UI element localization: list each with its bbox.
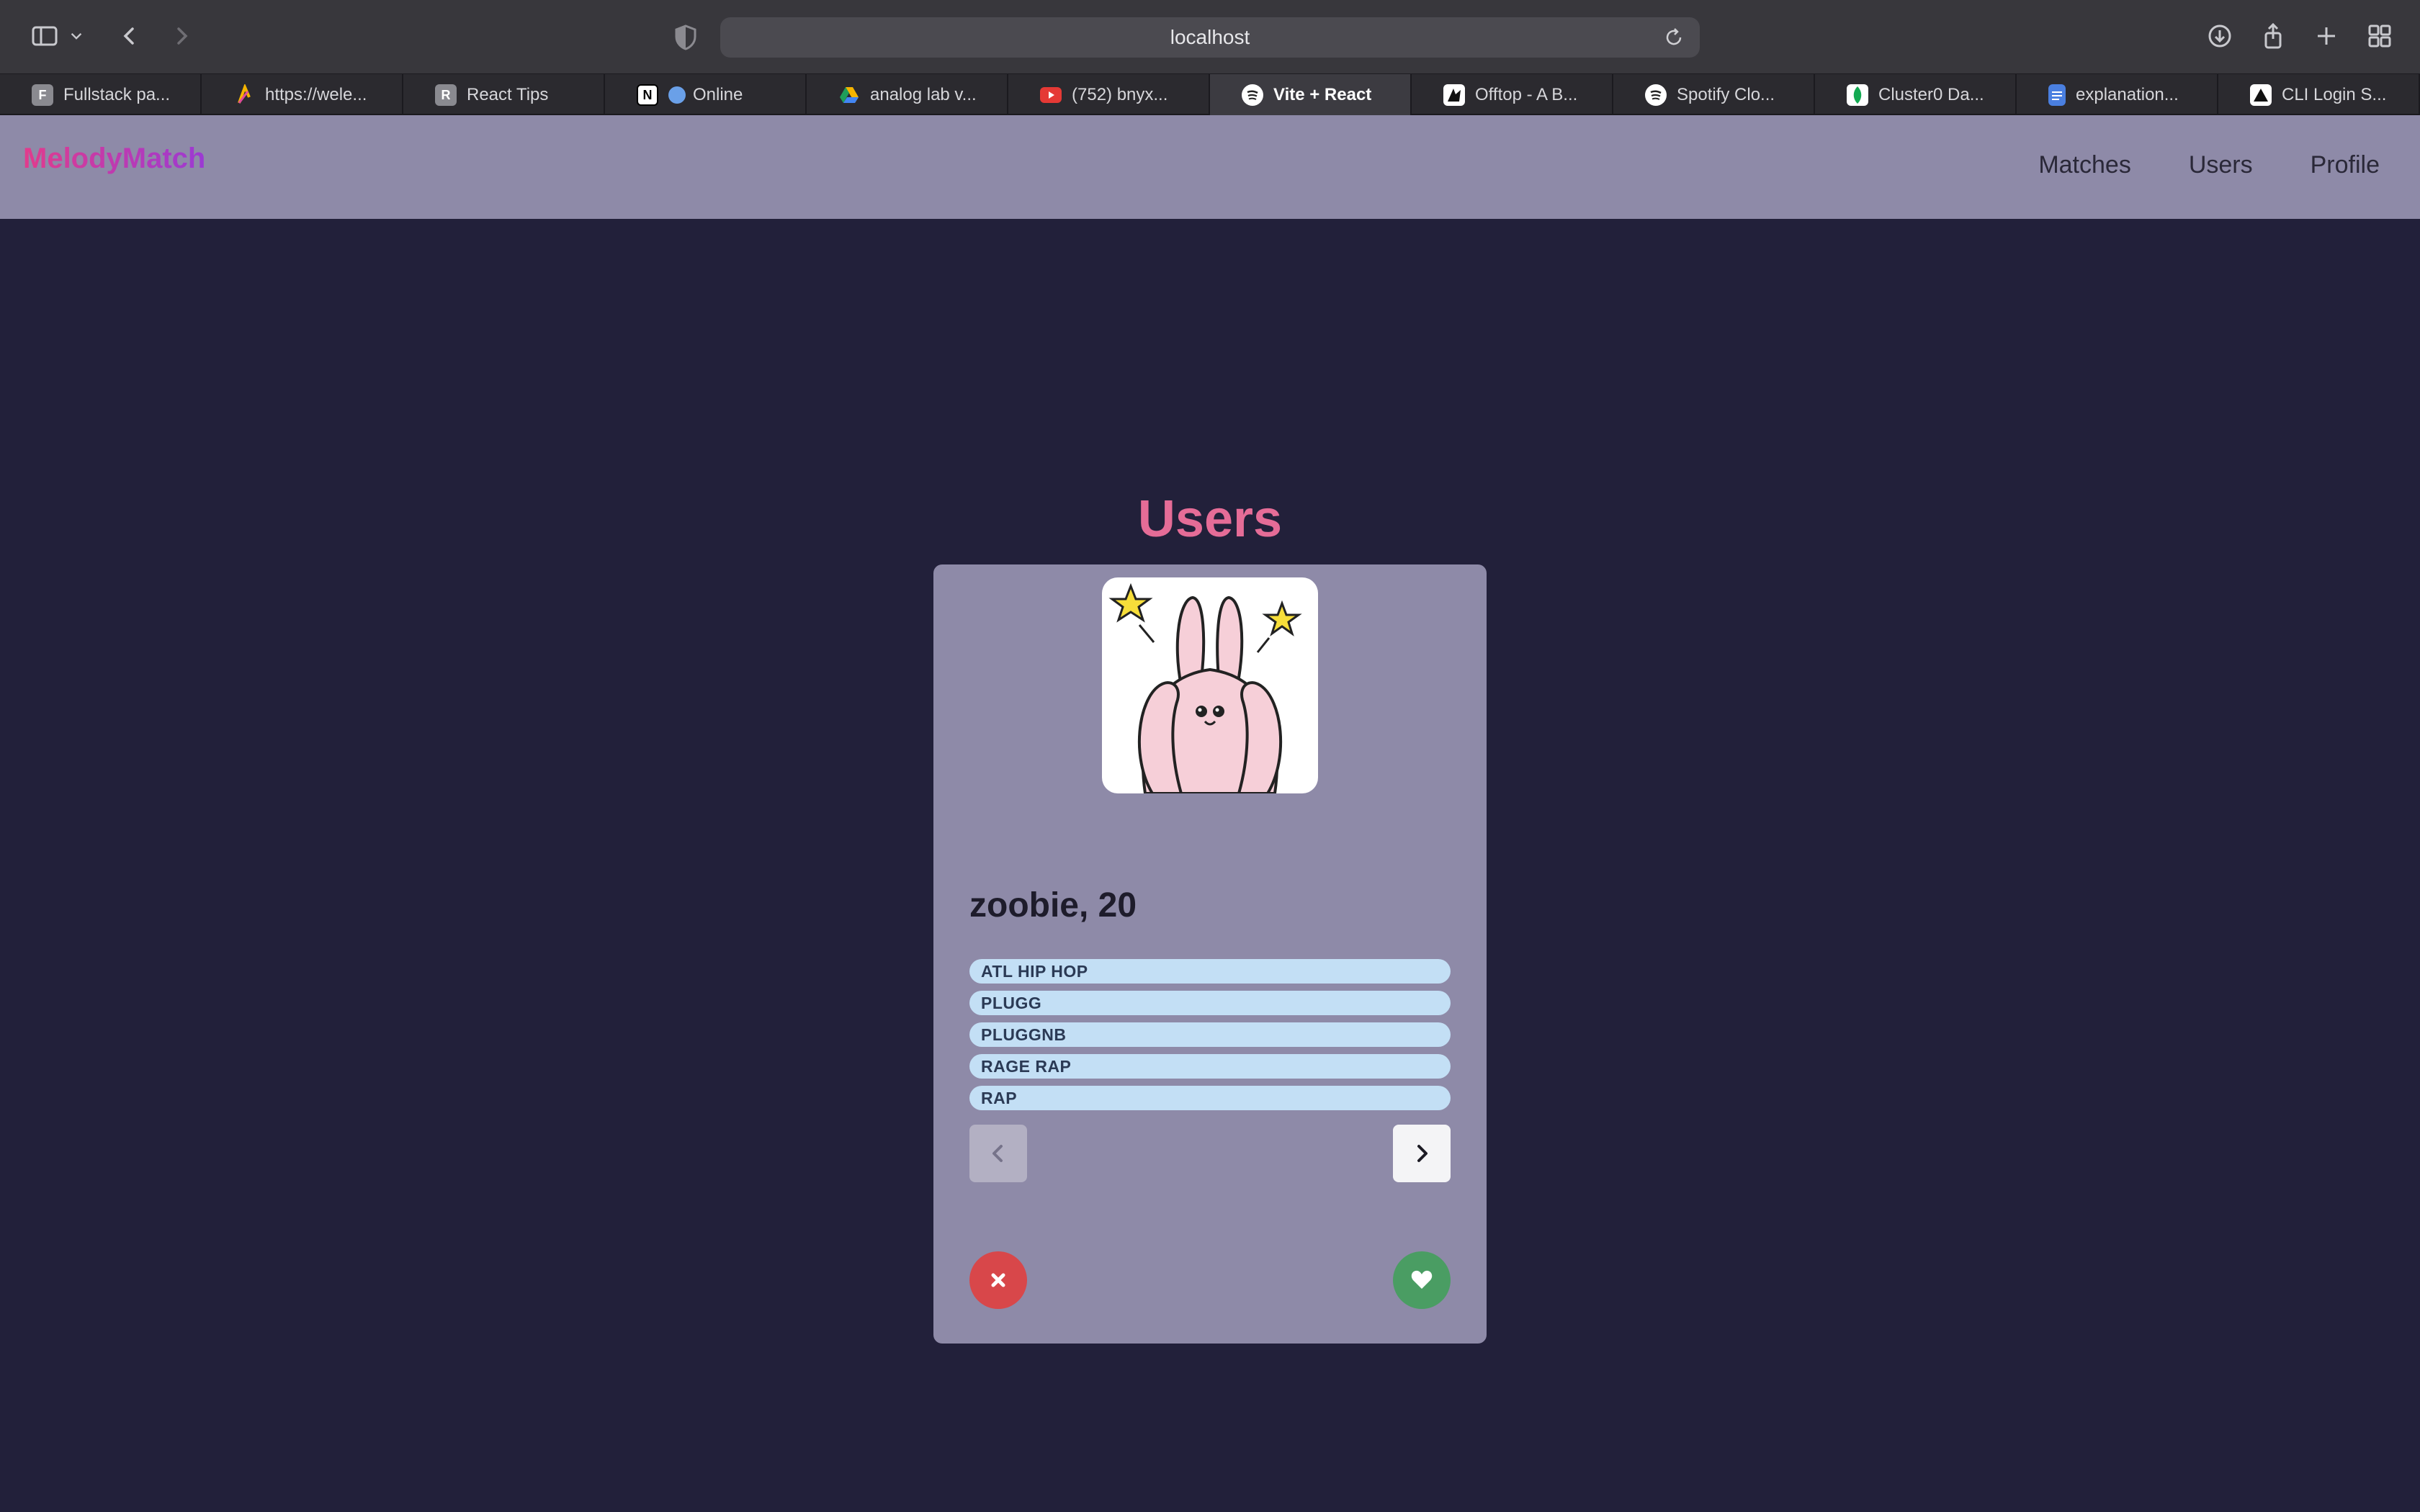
back-icon[interactable]	[112, 19, 147, 53]
notion-icon: N	[637, 84, 658, 106]
user-card: zoobie, 20 ATL HIP HOP PLUGG PLUGGNB RAG…	[933, 564, 1487, 1344]
youtube-icon	[1040, 87, 1062, 103]
forward-icon[interactable]	[164, 19, 199, 53]
tab-label: Fullstack pa...	[63, 85, 171, 104]
previous-user-button[interactable]	[969, 1125, 1027, 1182]
browser-tab[interactable]: explanation...	[2017, 74, 2218, 116]
tab-label: https://wele...	[265, 85, 367, 104]
user-avatar	[1102, 577, 1318, 793]
genre-chip: RAP	[969, 1086, 1451, 1110]
tab-label: explanation...	[2076, 85, 2179, 104]
spotify-icon	[1242, 84, 1263, 106]
privacy-shield-icon[interactable]	[674, 24, 697, 50]
share-icon[interactable]	[2256, 19, 2290, 53]
google-docs-icon	[2048, 84, 2066, 106]
downloads-icon[interactable]	[2202, 19, 2237, 53]
browser-tab[interactable]: N Online	[605, 74, 807, 116]
nav-links: Matches Users Profile	[2038, 151, 2380, 179]
browser-tab-active[interactable]: Vite + React	[1210, 74, 1412, 116]
user-name-age: zoobie, 20	[969, 886, 1137, 924]
close-icon	[991, 1273, 1005, 1287]
url-text: localhost	[1170, 26, 1250, 48]
tab-favicon-icon: F	[32, 84, 53, 106]
browser-tab[interactable]: (752) bnyx...	[1008, 74, 1210, 116]
browser-tab[interactable]: https://wele...	[202, 74, 403, 116]
tab-favicon-icon: R	[435, 84, 457, 106]
next-user-button[interactable]	[1393, 1125, 1451, 1182]
genre-chip: PLUGGNB	[969, 1022, 1451, 1047]
browser-tab[interactable]: Offtop - A B...	[1412, 74, 1613, 116]
bunny-avatar-image	[1108, 582, 1302, 793]
browser-tab[interactable]: Spotify Clo...	[1613, 74, 1815, 116]
heart-icon	[1411, 1270, 1433, 1289]
browser-tab[interactable]: CLI Login S...	[2218, 74, 2420, 116]
like-button[interactable]	[1393, 1251, 1451, 1309]
tab-label: Spotify Clo...	[1677, 85, 1775, 104]
page-title: Users	[1137, 490, 1283, 548]
tab-label: Offtop - A B...	[1475, 85, 1578, 104]
brand-logo[interactable]: MelodyMatch	[23, 143, 205, 175]
browser-tab[interactable]: analog lab v...	[807, 74, 1008, 116]
mongodb-leaf-icon	[1847, 84, 1868, 106]
offtop-icon	[1443, 84, 1465, 106]
chevron-down-icon[interactable]	[65, 19, 88, 53]
address-bar[interactable]: localhost	[720, 17, 1700, 58]
browser-toolbar: localhost	[0, 0, 2420, 73]
nav-users-link[interactable]: Users	[2189, 151, 2253, 179]
new-tab-icon[interactable]	[2309, 19, 2344, 53]
tab-label: Vite + React	[1273, 85, 1372, 104]
tab-label: Cluster0 Da...	[1878, 85, 1984, 104]
sidebar-toggle-icon[interactable]	[27, 19, 62, 53]
tab-label: (752) bnyx...	[1072, 85, 1168, 104]
tab-label: Online	[693, 85, 743, 104]
browser-tab[interactable]: Cluster0 Da...	[1815, 74, 2017, 116]
browser-tab[interactable]: F Fullstack pa...	[0, 74, 202, 116]
genre-chip: PLUGG	[969, 991, 1451, 1015]
tab-strip: F Fullstack pa... https://wele... R Reac…	[0, 73, 2420, 116]
genre-chip: ATL HIP HOP	[969, 959, 1451, 984]
nav-matches-link[interactable]: Matches	[2038, 151, 2131, 179]
tab-favicon-icon	[233, 84, 255, 106]
tab-overview-icon[interactable]	[2362, 19, 2397, 53]
nav-profile-link[interactable]: Profile	[2311, 151, 2380, 179]
genre-chip: RAGE RAP	[969, 1054, 1451, 1079]
tab-label: CLI Login S...	[2282, 85, 2387, 104]
app-navbar: MelodyMatch Matches Users Profile	[0, 115, 2420, 219]
chevron-left-icon	[992, 1145, 1003, 1162]
browser-tab[interactable]: R React Tips	[403, 74, 605, 116]
globe-icon	[668, 86, 686, 104]
vercel-icon	[2250, 84, 2272, 106]
genre-list: ATL HIP HOP PLUGG PLUGGNB RAGE RAP RAP	[969, 959, 1451, 1110]
tab-label: React Tips	[467, 85, 549, 104]
reject-button[interactable]	[969, 1251, 1027, 1309]
tab-label: analog lab v...	[870, 85, 977, 104]
reload-icon[interactable]	[1662, 26, 1685, 49]
chevron-right-icon	[1417, 1145, 1428, 1162]
spotify-icon	[1645, 84, 1667, 106]
google-drive-icon	[838, 84, 860, 106]
